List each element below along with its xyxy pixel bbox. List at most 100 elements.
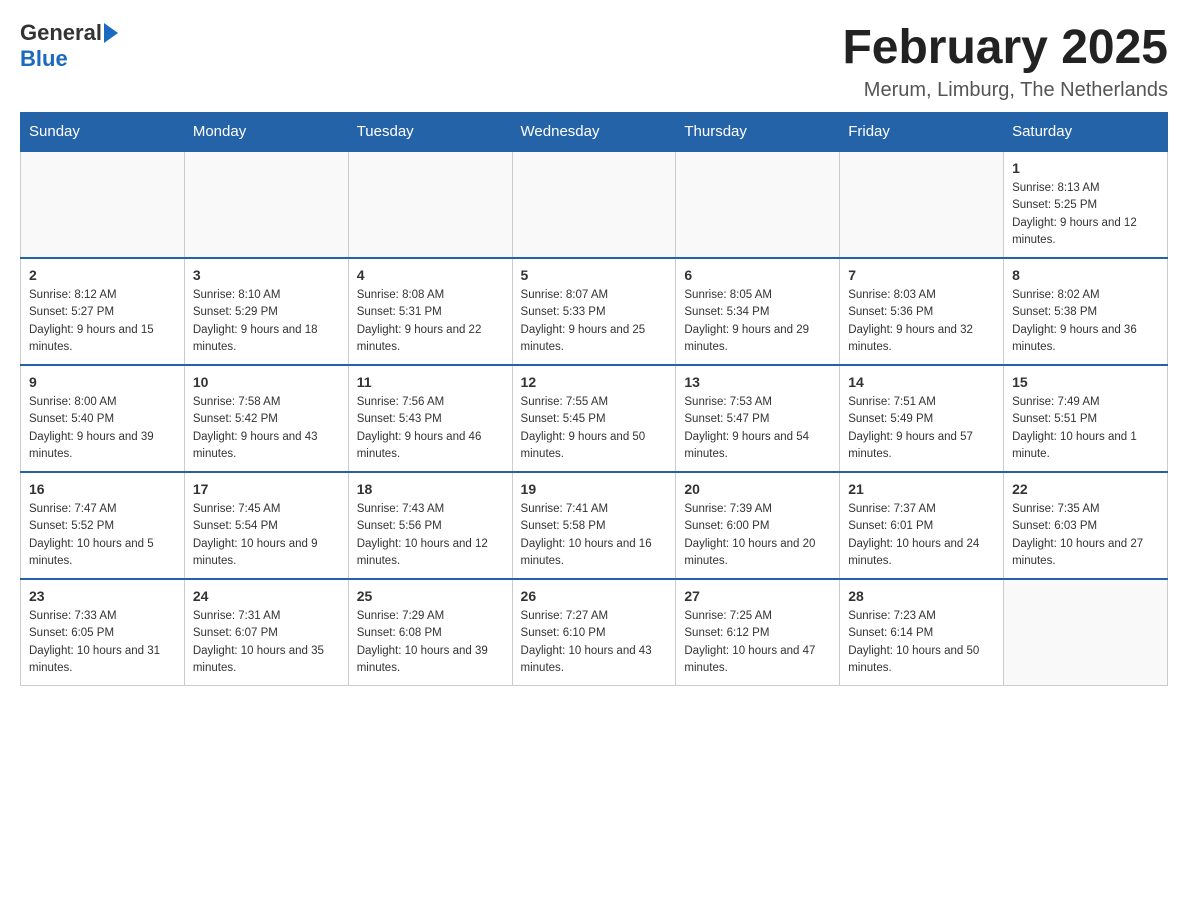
daylight-text: Daylight: 9 hours and 32 minutes. <box>848 324 973 353</box>
sunrise-text: Sunrise: 8:08 AM <box>357 289 445 301</box>
day-number: 9 <box>29 374 176 390</box>
day-number: 27 <box>684 588 831 604</box>
table-row: 14Sunrise: 7:51 AMSunset: 5:49 PMDayligh… <box>840 365 1004 472</box>
header-saturday: Saturday <box>1004 113 1168 152</box>
day-info: Sunrise: 7:47 AMSunset: 5:52 PMDaylight:… <box>29 501 176 570</box>
day-number: 15 <box>1012 374 1159 390</box>
table-row: 12 Sunrise: 7:55 AMSunset: 5:45 PMDayligh… <box>512 365 676 472</box>
table-row <box>1004 579 1168 686</box>
sunrise-text: Sunrise: 7:23 AM <box>848 610 936 622</box>
sunrise-text: Sunrise: 7:25 AM <box>684 610 772 622</box>
sunset-text: Sunset: 5:58 PM <box>521 520 606 532</box>
table-row: 24Sunrise: 7:31 AMSunset: 6:07 PMDayligh… <box>184 579 348 686</box>
table-row: 1Sunrise: 8:13 AMSunset: 5:25 PMDaylight… <box>1004 151 1168 258</box>
day-info: Sunrise: 8:07 AMSunset: 5:33 PMDaylight:… <box>521 287 668 356</box>
day-number: 10 <box>193 374 340 390</box>
calendar-week-row: 23Sunrise: 7:33 AMSunset: 6:05 PMDayligh… <box>21 579 1168 686</box>
day-number: 21 <box>848 481 995 497</box>
daylight-text: Daylight: 9 hours and 15 minutes. <box>29 324 154 353</box>
logo-general-text: General <box>20 20 102 46</box>
day-info: Sunrise: 7:56 AMSunset: 5:43 PMDaylight:… <box>357 394 504 463</box>
sunset-text: Sunset: 5:34 PM <box>684 306 769 318</box>
sunrise-text: Sunrise: 8:13 AM <box>1012 182 1100 194</box>
daylight-text: Daylight: 10 hours and 47 minutes. <box>684 645 815 674</box>
day-info: Sunrise: 7:41 AMSunset: 5:58 PMDaylight:… <box>521 501 668 570</box>
day-info: Sunrise: 7:37 AMSunset: 6:01 PMDaylight:… <box>848 501 995 570</box>
calendar-week-row: 16Sunrise: 7:47 AMSunset: 5:52 PMDayligh… <box>21 472 1168 579</box>
sunrise-text: Sunrise: 7:51 AM <box>848 396 936 408</box>
day-number: 2 <box>29 267 176 283</box>
sunrise-text: Sunrise: 7:27 AM <box>521 610 609 622</box>
day-number: 24 <box>193 588 340 604</box>
logo-triangle-icon <box>104 23 118 43</box>
sunrise-text: Sunrise: 8:00 AM <box>29 396 117 408</box>
logo-blue-text: Blue <box>20 46 68 71</box>
table-row: 22Sunrise: 7:35 AMSunset: 6:03 PMDayligh… <box>1004 472 1168 579</box>
sunset-text: Sunset: 6:05 PM <box>29 627 114 639</box>
table-row: 2 Sunrise: 8:12 AMSunset: 5:27 PMDaylight… <box>21 258 185 365</box>
header-thursday: Thursday <box>676 113 840 152</box>
day-number: 1 <box>1012 160 1159 176</box>
header-sunday: Sunday <box>21 113 185 152</box>
table-row <box>512 151 676 258</box>
table-row: 21 Sunrise: 7:37 AMSunset: 6:01 PMDayligh… <box>840 472 1004 579</box>
table-row: 27Sunrise: 7:25 AMSunset: 6:12 PMDayligh… <box>676 579 840 686</box>
sunset-text: Sunset: 6:07 PM <box>193 627 278 639</box>
day-info: Sunrise: 8:12 AMSunset: 5:27 PMDaylight:… <box>29 287 176 356</box>
sunset-text: Sunset: 5:43 PM <box>357 413 442 425</box>
sunrise-text: Sunrise: 8:02 AM <box>1012 289 1100 301</box>
sunset-text: Sunset: 5:47 PM <box>684 413 769 425</box>
table-row: 4Sunrise: 8:08 AMSunset: 5:31 PMDaylight… <box>348 258 512 365</box>
day-number: 3 <box>193 267 340 283</box>
sunrise-text: Sunrise: 7:33 AM <box>29 610 117 622</box>
day-number: 13 <box>684 374 831 390</box>
daylight-text: Daylight: 10 hours and 39 minutes. <box>357 645 488 674</box>
daylight-text: Daylight: 9 hours and 43 minutes. <box>193 431 318 460</box>
day-number: 4 <box>357 267 504 283</box>
sunrise-text: Sunrise: 7:41 AM <box>521 503 609 515</box>
sunset-text: Sunset: 6:00 PM <box>684 520 769 532</box>
sunrise-text: Sunrise: 8:03 AM <box>848 289 936 301</box>
daylight-text: Daylight: 9 hours and 39 minutes. <box>29 431 154 460</box>
sunset-text: Sunset: 5:38 PM <box>1012 306 1097 318</box>
day-info: Sunrise: 8:05 AMSunset: 5:34 PMDaylight:… <box>684 287 831 356</box>
sunset-text: Sunset: 5:56 PM <box>357 520 442 532</box>
day-info: Sunrise: 7:31 AMSunset: 6:07 PMDaylight:… <box>193 608 340 677</box>
title-area: February 2025 Merum, Limburg, The Nether… <box>842 20 1168 102</box>
table-row: 16Sunrise: 7:47 AMSunset: 5:52 PMDayligh… <box>21 472 185 579</box>
sunset-text: Sunset: 5:54 PM <box>193 520 278 532</box>
table-row: 20Sunrise: 7:39 AMSunset: 6:00 PMDayligh… <box>676 472 840 579</box>
header-monday: Monday <box>184 113 348 152</box>
sunrise-text: Sunrise: 7:53 AM <box>684 396 772 408</box>
daylight-text: Daylight: 10 hours and 27 minutes. <box>1012 538 1143 567</box>
sunset-text: Sunset: 5:42 PM <box>193 413 278 425</box>
page-header: General Blue February 2025 Merum, Limbur… <box>20 20 1168 102</box>
day-info: Sunrise: 7:55 AMSunset: 5:45 PMDaylight:… <box>521 394 668 463</box>
sunrise-text: Sunrise: 7:37 AM <box>848 503 936 515</box>
month-title: February 2025 <box>842 20 1168 75</box>
day-number: 28 <box>848 588 995 604</box>
sunrise-text: Sunrise: 7:43 AM <box>357 503 445 515</box>
day-number: 11 <box>357 374 504 390</box>
day-info: Sunrise: 7:51 AMSunset: 5:49 PMDaylight:… <box>848 394 995 463</box>
sunrise-text: Sunrise: 8:12 AM <box>29 289 117 301</box>
table-row: 17Sunrise: 7:45 AMSunset: 5:54 PMDayligh… <box>184 472 348 579</box>
table-row: 3Sunrise: 8:10 AMSunset: 5:29 PMDaylight… <box>184 258 348 365</box>
sunset-text: Sunset: 5:52 PM <box>29 520 114 532</box>
sunrise-text: Sunrise: 7:45 AM <box>193 503 281 515</box>
sunset-text: Sunset: 5:49 PM <box>848 413 933 425</box>
daylight-text: Daylight: 9 hours and 29 minutes. <box>684 324 809 353</box>
table-row: 26Sunrise: 7:27 AMSunset: 6:10 PMDayligh… <box>512 579 676 686</box>
sunset-text: Sunset: 5:36 PM <box>848 306 933 318</box>
day-info: Sunrise: 7:39 AMSunset: 6:00 PMDaylight:… <box>684 501 831 570</box>
day-info: Sunrise: 8:03 AM Sunset: 5:36 PM Daylight:… <box>848 287 995 356</box>
day-number: 12 <box>521 374 668 390</box>
table-row: 6Sunrise: 8:05 AMSunset: 5:34 PMDaylight… <box>676 258 840 365</box>
sunrise-text: Sunrise: 7:56 AM <box>357 396 445 408</box>
sunrise-text: Sunrise: 7:31 AM <box>193 610 281 622</box>
day-info: Sunrise: 7:35 AMSunset: 6:03 PMDaylight:… <box>1012 501 1159 570</box>
table-row: 8Sunrise: 8:02 AMSunset: 5:38 PMDaylight… <box>1004 258 1168 365</box>
daylight-text: Daylight: 9 hours and 25 minutes. <box>521 324 646 353</box>
table-row <box>348 151 512 258</box>
sunset-text: Sunset: 6:03 PM <box>1012 520 1097 532</box>
